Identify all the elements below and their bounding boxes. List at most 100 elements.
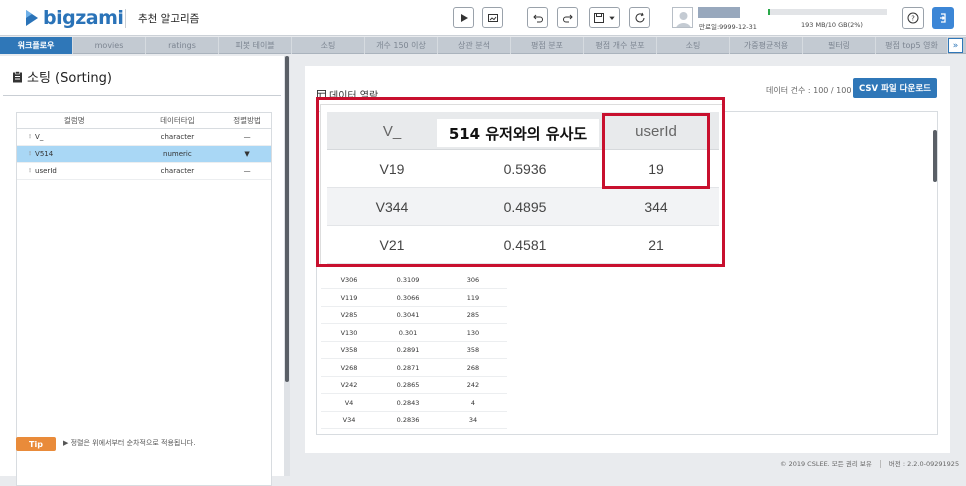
avatar[interactable] (672, 7, 693, 28)
table-row: V358 0.2891 358 (321, 342, 507, 359)
tab-top5-movies[interactable]: 평점 top5 영화 (876, 37, 948, 54)
panel-title-text: 소팅 (Sorting) (27, 71, 112, 86)
cell-v: V268 (340, 363, 358, 372)
footer: © 2019 CSLEE. 모든 권리 보유 버전 : 2.2.0-0929192… (780, 458, 959, 468)
table-row: V306 0.3109 306 (321, 272, 507, 289)
tab-sorting-1[interactable]: 소팅 (292, 37, 365, 54)
cell-userid: 285 (466, 311, 480, 319)
run-button[interactable] (453, 7, 474, 28)
logo-text: bigzami (43, 7, 124, 29)
table-row[interactable]: ⦙⦙⦙ V_ character — (17, 129, 271, 146)
header-data-type: 데이터타입 (160, 116, 195, 125)
cell-similarity: 0.3041 (396, 311, 420, 319)
tab-correlation[interactable]: 상관 분석 (438, 37, 511, 54)
tab-movies[interactable]: movies (73, 37, 146, 54)
column-name: V514 (35, 150, 54, 158)
cell-v: V130 (340, 328, 358, 337)
drag-handle-icon[interactable]: ⦙⦙⦙ (29, 150, 31, 158)
table-row: V119 0.3066 119 (321, 290, 507, 307)
tab-ratings[interactable]: ratings (146, 37, 219, 54)
cell-similarity: 0.2891 (396, 346, 420, 354)
svg-text:?: ? (911, 15, 915, 23)
cell-v: V119 (340, 293, 358, 302)
scrollbar-thumb[interactable] (933, 130, 937, 182)
sort-method-toggle[interactable]: ▼ (223, 150, 271, 158)
column-type: numeric (163, 150, 192, 158)
tab-bar: 워크플로우 movies ratings 피봇 테이블 소팅 개수 150 이상… (0, 37, 966, 54)
table-row: V34 0.2836 34 (321, 412, 507, 429)
cell-v: V242 (340, 381, 358, 389)
table-row: V4 0.2843 4 (321, 395, 507, 412)
tip-badge: Tip (16, 437, 56, 451)
help-icon: ? (907, 12, 919, 24)
cell-similarity: 0.2871 (396, 363, 420, 372)
table-row-selected[interactable]: ⦙⦙⦙ V514 numeric ▼ (17, 146, 271, 163)
redo-button[interactable] (557, 7, 578, 28)
column-type: character (160, 133, 195, 141)
tab-filtering[interactable]: 필터링 (803, 37, 876, 54)
table-row[interactable]: ⦙⦙⦙ userId character — (17, 163, 271, 180)
table-header: 컬럼명 데이터타입 정렬방법 (17, 113, 271, 129)
version: 버전 : 2.2.0-09291925 (888, 460, 960, 468)
help-button[interactable]: ? (902, 7, 924, 29)
refresh-icon (635, 12, 644, 22)
data-grid-scrollbar[interactable] (932, 120, 938, 440)
column-name: V_ (35, 133, 44, 141)
table-row: V285 0.3041 285 (321, 307, 507, 324)
logo-mark-icon (26, 10, 38, 26)
sort-method-toggle[interactable]: — (223, 167, 271, 175)
image-icon (487, 13, 498, 22)
expire-date: 만료일:9999-12-31 (699, 23, 757, 31)
clipboard-icon (13, 70, 22, 82)
cell-userid: 242 (466, 381, 480, 389)
table-row: V268 0.2871 268 (321, 360, 507, 377)
header-sort-method: 정렬방법 (233, 116, 261, 125)
table-row: V130 0.301 130 (321, 325, 507, 342)
tab-rating-distribution[interactable]: 평점 분포 (511, 37, 584, 54)
column-sort-table: 컬럼명 데이터타입 정렬방법 ⦙⦙⦙ V_ character — ⦙⦙⦙ V514… (16, 112, 272, 486)
drag-handle-icon[interactable]: ⦙⦙⦙ (29, 167, 31, 175)
logo[interactable]: bigzami (24, 7, 124, 29)
annotation-box-userid (602, 113, 710, 189)
user-icon (676, 12, 691, 27)
panel-resize-scrollbar[interactable] (284, 56, 290, 476)
double-chevron-right-icon: » (952, 40, 959, 51)
undo-icon (532, 14, 543, 22)
tab-pivot-table[interactable]: 피봇 테이블 (219, 37, 292, 54)
storage-bar-fill (768, 9, 771, 15)
undo-button[interactable] (527, 7, 548, 28)
logout-button[interactable] (932, 7, 954, 29)
cell-similarity: 0.2865 (396, 381, 420, 389)
tab-weighted-average[interactable]: 가중평균적용 (730, 37, 803, 54)
sort-method-toggle[interactable]: — (223, 133, 271, 141)
divider (3, 95, 281, 96)
top-bar: bigzami 추천 알고리즘 만료일:9999-12-31 193 MB/10… (0, 0, 966, 36)
cell-userid: 358 (466, 346, 480, 354)
row-count: 데이터 건수 : 100 / 100 (766, 86, 852, 95)
cell-userid: 130 (466, 328, 480, 337)
storage-text: 193 MB/10 GB(2%) (801, 21, 863, 29)
column-name: userId (35, 167, 57, 175)
save-button[interactable] (589, 7, 620, 28)
refresh-button[interactable] (629, 7, 650, 28)
tab-sorting-2[interactable]: 소팅 (657, 37, 730, 54)
panel-title: 소팅 (Sorting) (12, 67, 112, 86)
tab-rating-count-distribution[interactable]: 평점 개수 분포 (584, 37, 657, 54)
tab-workflow[interactable]: 워크플로우 (0, 37, 73, 54)
save-icon (594, 12, 604, 23)
scrollbar-thumb[interactable] (285, 56, 289, 382)
cell-similarity: 0.2684 (377, 434, 439, 435)
tab-count-filter[interactable]: 개수 150 이상 (365, 37, 438, 54)
divider (125, 9, 126, 28)
csv-download-button[interactable]: CSV 파일 다운로드 (853, 78, 937, 98)
drag-handle-icon[interactable]: ⦙⦙⦙ (29, 133, 31, 141)
storage-bar (768, 9, 887, 15)
cell-userid: 4 (470, 398, 476, 407)
tab-more-button[interactable]: » (948, 38, 963, 53)
cell-v: V285 (340, 311, 358, 319)
image-button[interactable] (482, 7, 503, 28)
cell-userid: 34 (468, 416, 478, 424)
cell-similarity: 0.2843 (396, 398, 420, 407)
user-name-redacted (698, 7, 740, 18)
cell-similarity: 0.301 (398, 328, 418, 337)
